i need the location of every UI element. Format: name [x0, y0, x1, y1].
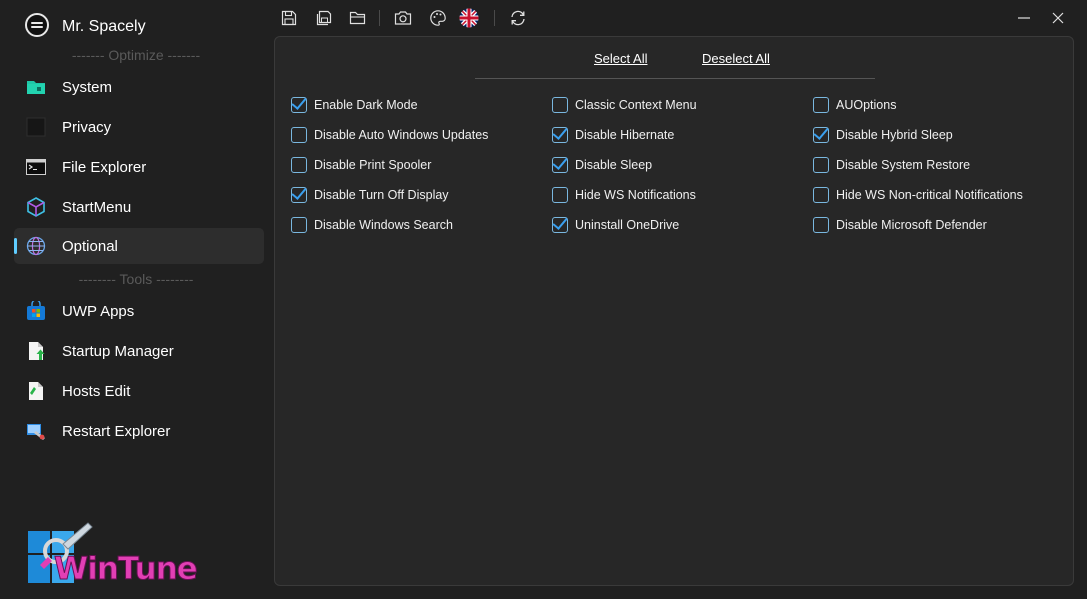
privacy-icon — [26, 117, 46, 137]
refresh-icon[interactable] — [509, 9, 527, 27]
checkbox-unchecked[interactable] — [813, 187, 829, 203]
sidebar-item-label: System — [62, 79, 113, 96]
option-label: Disable Windows Search — [314, 218, 453, 232]
sidebar-item-label: Hosts Edit — [62, 383, 131, 400]
sidebar-item-restart-explorer[interactable]: Restart Explorer — [14, 413, 264, 449]
wintune-logo: WinTune — [26, 521, 198, 588]
option-checkbox-row[interactable]: Classic Context Menu — [552, 96, 697, 114]
checkbox-checked[interactable] — [552, 217, 568, 233]
option-label: Classic Context Menu — [575, 98, 697, 112]
deselect-all-link[interactable]: Deselect All — [702, 51, 770, 66]
option-checkbox-row[interactable]: Disable Microsoft Defender — [813, 216, 987, 234]
option-label: Disable Print Spooler — [314, 158, 432, 172]
palette-icon[interactable] — [429, 9, 447, 27]
minimize-icon[interactable] — [1014, 8, 1034, 28]
sidebar: Mr. Spacely ------- Optimize ------- Sys… — [0, 0, 272, 599]
sidebar-item-label: File Explorer — [62, 159, 147, 176]
sidebar-item-label: Restart Explorer — [62, 423, 171, 440]
restart-icon — [27, 424, 45, 440]
sidebar-item-optional[interactable]: Optional — [14, 228, 264, 264]
checkbox-checked[interactable] — [813, 127, 829, 143]
sidebar-item-hosts-edit[interactable]: Hosts Edit — [14, 373, 264, 409]
profile[interactable]: Mr. Spacely — [0, 10, 272, 42]
terminal-icon — [26, 159, 46, 175]
toolbar-divider — [379, 10, 380, 26]
option-label: Hide WS Non-critical Notifications — [836, 188, 1023, 202]
option-checkbox-row[interactable]: Disable Hybrid Sleep — [813, 126, 953, 144]
save-icon[interactable] — [280, 9, 298, 27]
logo-text: WinTune — [54, 551, 199, 588]
sidebar-item-uwp-apps[interactable]: UWP Apps — [14, 293, 264, 329]
cube-icon — [27, 197, 45, 217]
option-label: Hide WS Notifications — [575, 188, 696, 202]
checkbox-unchecked[interactable] — [552, 97, 568, 113]
option-checkbox-row[interactable]: Disable Print Spooler — [291, 156, 431, 174]
globe-icon — [26, 236, 46, 256]
checkbox-unchecked[interactable] — [813, 97, 829, 113]
option-checkbox-row[interactable]: Enable Dark Mode — [291, 96, 418, 114]
sidebar-item-system[interactable]: System — [14, 69, 264, 105]
option-checkbox-row[interactable]: Disable System Restore — [813, 156, 970, 174]
sidebar-item-startup-manager[interactable]: Startup Manager — [14, 333, 264, 369]
option-checkbox-row[interactable]: Hide WS Notifications — [552, 186, 696, 204]
separator-tools: -------- Tools -------- — [78, 271, 194, 287]
separator-optimize: ------- Optimize ------- — [71, 47, 201, 63]
uk-flag-icon[interactable] — [459, 8, 479, 28]
checkbox-unchecked[interactable] — [552, 187, 568, 203]
close-icon[interactable] — [1048, 8, 1068, 28]
checkbox-checked[interactable] — [291, 187, 307, 203]
option-checkbox-row[interactable]: Disable Hibernate — [552, 126, 674, 144]
save-all-icon[interactable] — [315, 9, 333, 27]
checkbox-unchecked[interactable] — [291, 127, 307, 143]
folder-icon — [27, 81, 45, 94]
option-label: Disable Turn Off Display — [314, 188, 449, 202]
checkbox-unchecked[interactable] — [291, 157, 307, 173]
option-label: AUOptions — [836, 98, 897, 112]
option-checkbox-row[interactable]: Uninstall OneDrive — [552, 216, 679, 234]
sidebar-item-label: Optional — [62, 238, 118, 255]
checkbox-unchecked[interactable] — [813, 157, 829, 173]
divider — [475, 78, 875, 79]
checkbox-unchecked[interactable] — [291, 217, 307, 233]
sidebar-item-label: Startup Manager — [62, 343, 174, 360]
toolbar — [272, 0, 1087, 36]
store-icon — [27, 301, 45, 320]
option-label: Uninstall OneDrive — [575, 218, 680, 232]
option-checkbox-row[interactable]: Hide WS Non-critical Notifications — [813, 186, 1023, 204]
sidebar-item-label: Privacy — [62, 119, 112, 136]
option-label: Disable System Restore — [836, 158, 971, 172]
camera-icon[interactable] — [394, 9, 412, 27]
startup-icon — [29, 342, 45, 360]
profile-name: Mr. Spacely — [62, 18, 146, 35]
option-label: Disable Sleep — [575, 158, 653, 172]
hosts-icon — [29, 382, 43, 400]
avatar — [25, 13, 49, 37]
option-label: Enable Dark Mode — [314, 98, 418, 112]
option-label: Disable Microsoft Defender — [836, 218, 987, 232]
checkbox-checked[interactable] — [552, 127, 568, 143]
option-checkbox-row[interactable]: Disable Auto Windows Updates — [291, 126, 488, 144]
checkbox-unchecked[interactable] — [813, 217, 829, 233]
select-all-link[interactable]: Select All — [594, 51, 647, 66]
option-label: Disable Hibernate — [575, 128, 675, 142]
options-panel: Select All Deselect All Enable Dark Mode… — [274, 36, 1074, 586]
sidebar-item-file-explorer[interactable]: File Explorer — [14, 149, 264, 185]
option-checkbox-row[interactable]: Disable Turn Off Display — [291, 186, 449, 204]
sidebar-item-privacy[interactable]: Privacy — [14, 109, 264, 145]
toolbar-divider — [494, 10, 495, 26]
option-checkbox-row[interactable]: AUOptions — [813, 96, 896, 114]
sidebar-item-startmenu[interactable]: StartMenu — [14, 189, 264, 225]
sidebar-item-label: UWP Apps — [62, 303, 135, 320]
checkbox-checked[interactable] — [552, 157, 568, 173]
open-folder-icon[interactable] — [349, 9, 367, 27]
option-checkbox-row[interactable]: Disable Windows Search — [291, 216, 453, 234]
option-label: Disable Hybrid Sleep — [836, 128, 953, 142]
option-label: Disable Auto Windows Updates — [314, 128, 489, 142]
checkbox-checked[interactable] — [291, 97, 307, 113]
sidebar-item-label: StartMenu — [62, 199, 132, 216]
option-checkbox-row[interactable]: Disable Sleep — [552, 156, 652, 174]
